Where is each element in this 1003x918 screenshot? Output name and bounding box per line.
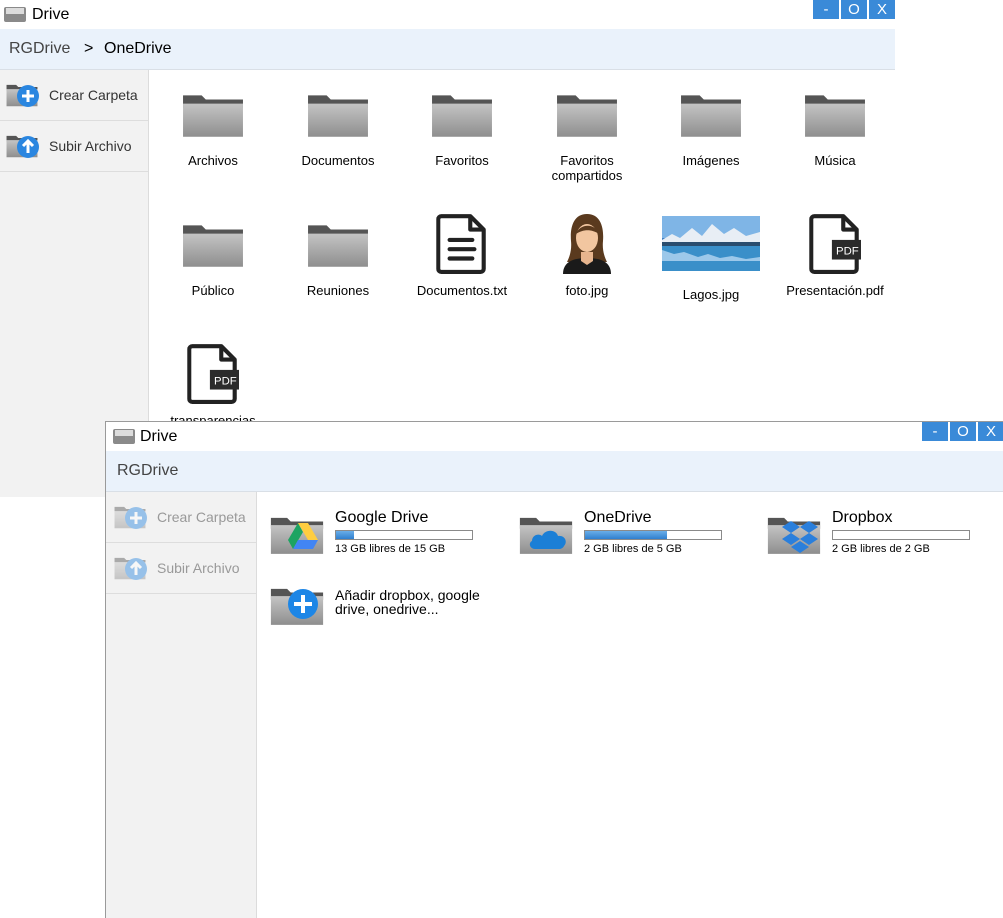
breadcrumb: RGDrive > OneDrive [0, 29, 895, 70]
storage-free-text: 13 GB libres de 15 GB [335, 543, 446, 555]
onedrive-icon [519, 517, 573, 554]
item-label: foto.jpg [565, 283, 609, 298]
breadcrumb-current: OneDrive [104, 40, 172, 57]
item-label: Reuniones [306, 283, 370, 298]
dropbox-icon [767, 517, 821, 554]
add-account-label: Añadir dropbox, google drive, onedrive..… [335, 587, 480, 617]
upload-file-label: Subir Archivo [49, 138, 132, 154]
upload-file-label: Subir Archivo [157, 560, 240, 576]
folder-item-documentos[interactable]: Documentos [276, 93, 400, 168]
storage-bar [335, 530, 473, 540]
window-title: Drive [32, 6, 70, 23]
folder-icon [307, 93, 369, 137]
storage-bar [832, 530, 970, 540]
window-title: Drive [140, 428, 178, 445]
create-folder-button[interactable]: Crear Carpeta [0, 70, 148, 121]
item-label: Archivos [188, 153, 238, 168]
file-item-transparencias[interactable]: PDF transparencias [151, 342, 275, 428]
upload-file-button[interactable]: Subir Archivo [0, 121, 148, 172]
title-bar: Drive - O X [0, 0, 895, 29]
upload-file-button[interactable]: Subir Archivo [106, 543, 256, 594]
svg-text:PDF: PDF [214, 375, 237, 387]
item-label: Imágenes [682, 153, 740, 168]
item-label: Lagos.jpg [682, 287, 740, 302]
storage-bar-fill [336, 531, 354, 539]
drive-name: Google Drive [335, 509, 429, 526]
minimize-button[interactable]: - [922, 422, 948, 441]
maximize-button[interactable]: O [841, 0, 867, 19]
close-button[interactable]: X [869, 0, 895, 19]
pdf-file-icon: PDF [809, 212, 861, 274]
file-item-lagos-jpg[interactable]: Lagos.jpg [649, 216, 773, 302]
file-item-foto-jpg[interactable]: foto.jpg [525, 212, 649, 298]
folder-icon [182, 223, 244, 267]
drive-name: Dropbox [832, 509, 893, 526]
close-button[interactable]: X [978, 422, 1003, 441]
item-label: Documentos [301, 153, 375, 168]
window-controls: - O X [813, 0, 895, 19]
item-label: Favoritos [435, 153, 489, 168]
drive-window-root: Drive - O X RGDrive Crear Carpeta Subir … [105, 421, 1003, 918]
pdf-file-icon: PDF [187, 342, 239, 404]
folder-item-archivos[interactable]: Archivos [151, 93, 275, 168]
create-folder-label: Crear Carpeta [157, 509, 246, 525]
create-folder-button[interactable]: Crear Carpeta [106, 492, 256, 543]
breadcrumb-root[interactable]: RGDrive [9, 40, 70, 58]
landscape-photo-icon [662, 216, 760, 271]
item-label: Público [191, 283, 235, 298]
sidebar: Crear Carpeta Subir Archivo [106, 492, 257, 918]
storage-bar-fill [585, 531, 667, 539]
folder-item-musica[interactable]: Música [773, 93, 897, 168]
storage-free-text: 2 GB libres de 2 GB [832, 543, 930, 555]
item-label: Música [814, 153, 856, 168]
folder-icon [804, 93, 866, 137]
add-account-icon [270, 588, 324, 625]
folder-icon [307, 223, 369, 267]
folder-icon [556, 93, 618, 137]
svg-text:PDF: PDF [836, 245, 859, 257]
file-item-documentos-txt[interactable]: Documentos.txt [400, 212, 524, 298]
breadcrumb-separator: > [84, 40, 94, 57]
google-drive-icon [270, 517, 324, 554]
create-folder-label: Crear Carpeta [49, 87, 138, 103]
breadcrumb: RGDrive [106, 451, 1003, 492]
folder-plus-icon [6, 84, 39, 107]
person-photo-icon [563, 214, 611, 274]
folder-item-reuniones[interactable]: Reuniones [276, 223, 400, 298]
folder-item-favoritos-compartidos[interactable]: Favoritos compartidos [525, 93, 649, 183]
minimize-button[interactable]: - [813, 0, 839, 19]
storage-free-text: 2 GB libres de 5 GB [584, 543, 682, 555]
folder-upload-icon [114, 557, 147, 580]
folder-icon [182, 93, 244, 137]
window-controls: - O X [922, 422, 1003, 441]
folder-icon [680, 93, 742, 137]
folder-icon [431, 93, 493, 137]
item-label: Documentos.txt [416, 283, 508, 298]
storage-bar [584, 530, 722, 540]
item-label: Favoritos compartidos [551, 153, 623, 183]
text-file-icon [436, 212, 488, 274]
breadcrumb-current: RGDrive [117, 462, 179, 479]
folder-item-imagenes[interactable]: Imágenes [649, 93, 773, 168]
drive-app-icon [113, 429, 135, 444]
folder-plus-icon [114, 506, 147, 529]
drive-app-icon [4, 7, 26, 22]
folder-item-favoritos[interactable]: Favoritos [400, 93, 524, 168]
maximize-button[interactable]: O [950, 422, 976, 441]
drive-name: OneDrive [584, 509, 652, 526]
file-item-presentacion-pdf[interactable]: PDF Presentación.pdf [773, 212, 897, 298]
item-label: Presentación.pdf [786, 283, 884, 298]
folder-upload-icon [6, 135, 39, 158]
title-bar: Drive - O X [106, 422, 1003, 451]
folder-item-publico[interactable]: Público [151, 223, 275, 298]
